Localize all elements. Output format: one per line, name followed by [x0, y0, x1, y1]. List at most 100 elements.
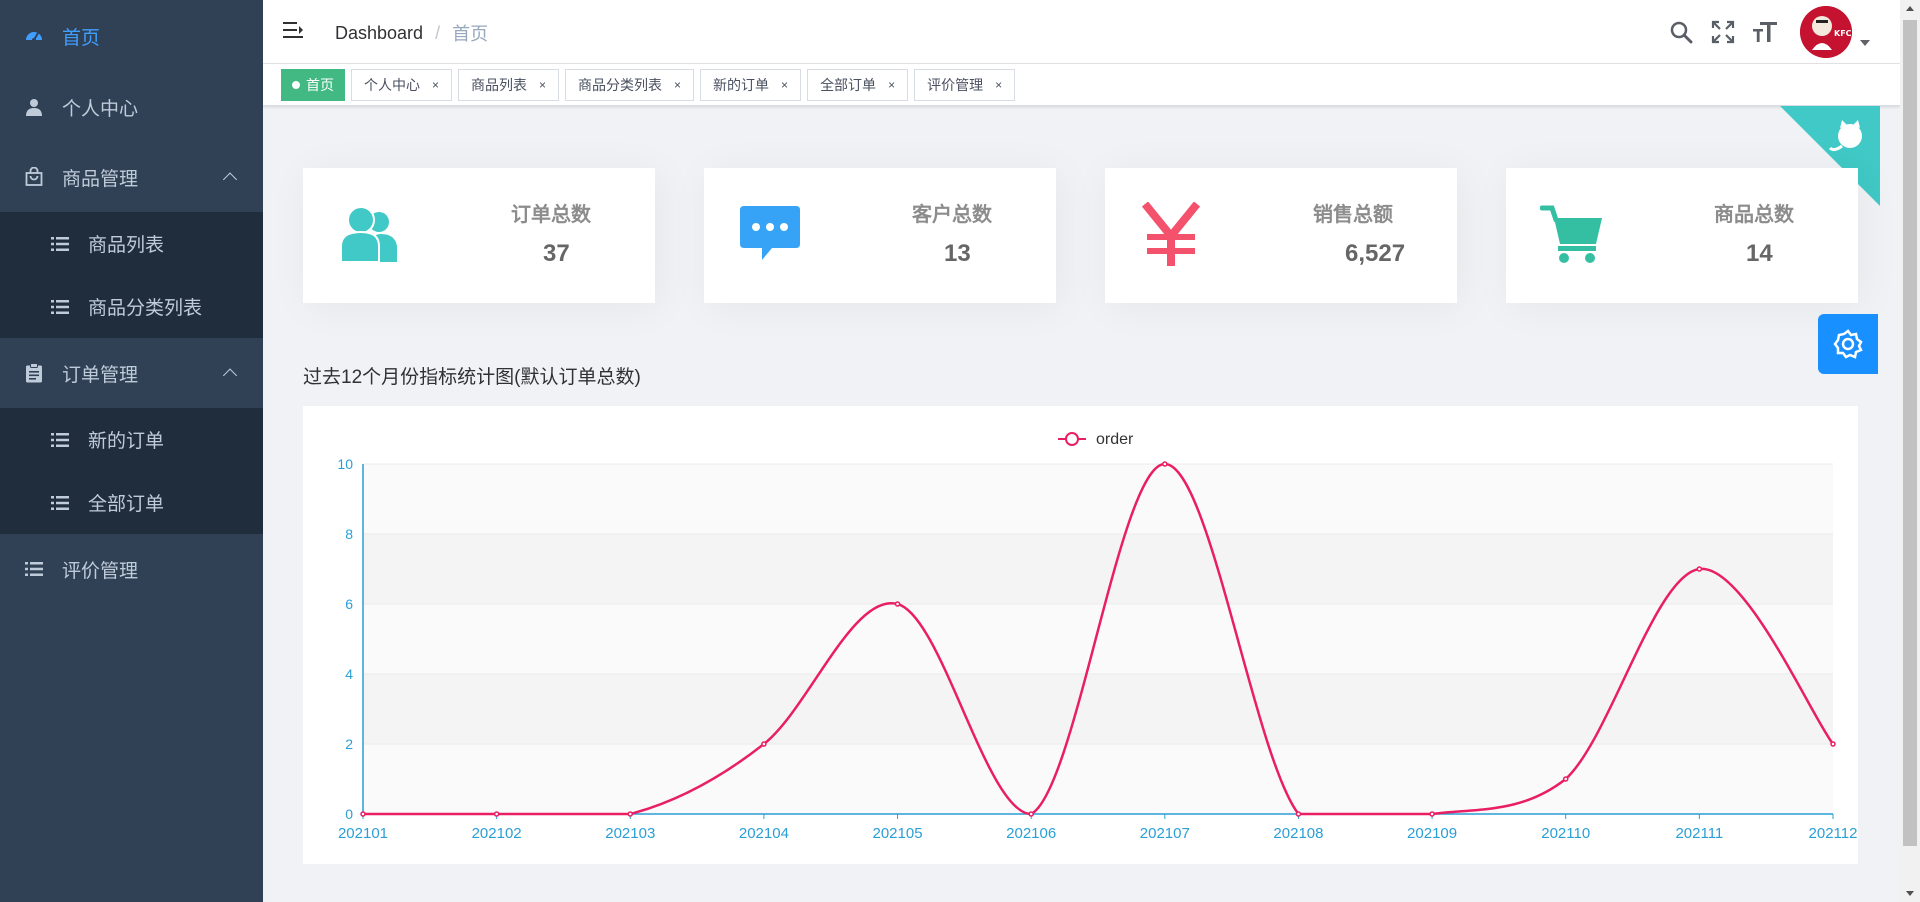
- card-label: 商品总数: [1714, 204, 1794, 226]
- tag-home[interactable]: 首页: [281, 68, 345, 101]
- data-point: [1028, 811, 1034, 817]
- caret-down-icon[interactable]: [1860, 40, 1870, 46]
- sidebar-item-label: 新的订单: [88, 431, 165, 452]
- chart-title: 过去12个月份指标统计图(默认订单总数): [303, 367, 641, 388]
- card-value: 13: [944, 240, 971, 267]
- x-tick-label: 202101: [338, 825, 388, 842]
- x-tick-label: 202107: [1140, 825, 1190, 842]
- search-icon[interactable]: [1668, 19, 1694, 45]
- main-content: 订单总数 37 客户总数 13 销售总额 6,527 商品总数 14 过去12个…: [263, 106, 1900, 902]
- settings-button[interactable]: [1818, 314, 1878, 374]
- card-value: 6,527: [1345, 240, 1406, 267]
- grid-band: [363, 674, 1833, 744]
- x-tick-label: 202103: [605, 825, 655, 842]
- data-point: [1429, 811, 1435, 817]
- breadcrumb-current: 首页: [452, 24, 489, 44]
- x-tick-label: 202105: [873, 825, 923, 842]
- message-icon: [738, 202, 802, 266]
- x-tick-label: 202111: [1675, 825, 1723, 842]
- gear-icon: [1833, 329, 1863, 359]
- sidebar-item-product-list[interactable]: 商品列表: [0, 212, 263, 275]
- card-customers[interactable]: 客户总数 13: [704, 168, 1056, 303]
- sidebar-item-order-mgmt[interactable]: 订单管理: [0, 338, 263, 408]
- list-icon: [24, 559, 44, 579]
- sidebar-item-label: 商品管理: [62, 168, 139, 190]
- sidebar-item-reviews[interactable]: 评价管理: [0, 534, 263, 604]
- x-tick-label: 202108: [1273, 825, 1323, 842]
- card-sales[interactable]: 销售总额 6,527: [1105, 168, 1457, 303]
- y-tick-label: 4: [345, 666, 353, 682]
- close-icon[interactable]: ×: [432, 78, 439, 92]
- y-tick-label: 10: [337, 456, 353, 472]
- chart-panel: 0 2 4 6 8 10 202101 202102 202103 202104 202105 202…: [303, 406, 1858, 864]
- navbar-right: KFC: [1668, 0, 1900, 64]
- tag-reviews[interactable]: 评价管理 ×: [914, 68, 1016, 101]
- tag-product-category-list[interactable]: 商品分类列表 ×: [565, 68, 695, 101]
- clipboard-icon: [24, 363, 44, 383]
- x-tick-label: 202110: [1541, 825, 1590, 842]
- scroll-up-icon[interactable]: [1906, 6, 1914, 11]
- avatar[interactable]: KFC: [1800, 6, 1852, 58]
- breadcrumb-dashboard[interactable]: Dashboard: [335, 23, 423, 44]
- yen-icon: [1139, 201, 1203, 266]
- x-tick-label: 202106: [1006, 825, 1056, 842]
- data-point: [627, 811, 634, 817]
- sidebar-item-profile[interactable]: 个人中心: [0, 72, 263, 142]
- sidebar-item-product-category-list[interactable]: 商品分类列表: [0, 275, 263, 338]
- hamburger-icon[interactable]: [283, 19, 305, 41]
- dot-icon: [292, 80, 300, 89]
- sidebar-item-all-orders[interactable]: 全部订单: [0, 471, 263, 534]
- scroll-down-icon[interactable]: [1906, 891, 1914, 896]
- users-icon: [337, 202, 401, 266]
- x-tick-label: 202112: [1809, 825, 1858, 842]
- cart-icon: [1539, 202, 1604, 266]
- card-label: 销售总额: [1313, 204, 1393, 226]
- submenu-orders: 新的订单 全部订单: [0, 408, 263, 534]
- sidebar-item-label: 商品分类列表: [88, 298, 203, 319]
- close-icon[interactable]: ×: [995, 78, 1002, 92]
- data-point: [761, 741, 767, 747]
- card-orders[interactable]: 订单总数 37: [303, 168, 655, 303]
- card-label: 客户总数: [912, 204, 992, 226]
- tag-label: 个人中心: [364, 76, 420, 93]
- card-value: 14: [1746, 240, 1773, 267]
- sidebar-item-label: 全部订单: [88, 494, 165, 515]
- card-label: 订单总数: [511, 204, 591, 226]
- dashboard-icon: [24, 26, 44, 46]
- y-tick-label: 6: [345, 596, 353, 612]
- data-point: [1295, 811, 1302, 817]
- tag-label: 新的订单: [713, 76, 770, 93]
- tag-label: 商品分类列表: [578, 76, 663, 93]
- fullscreen-icon[interactable]: [1710, 19, 1736, 45]
- tag-label: 商品列表: [471, 76, 528, 93]
- scroll-thumb[interactable]: [1903, 20, 1917, 846]
- tag-product-list[interactable]: 商品列表 ×: [458, 68, 560, 101]
- close-icon[interactable]: ×: [781, 78, 788, 92]
- tag-label: 全部订单: [820, 76, 877, 93]
- sidebar-item-home[interactable]: 首页: [0, 0, 263, 72]
- tag-profile[interactable]: 个人中心 ×: [351, 68, 453, 101]
- grid-band: [363, 464, 1833, 534]
- user-icon: [24, 97, 44, 117]
- tag-new-orders[interactable]: 新的订单 ×: [700, 68, 802, 101]
- y-tick-label: 0: [345, 806, 353, 822]
- sidebar-item-product-mgmt[interactable]: 商品管理: [0, 142, 263, 212]
- y-tick-label: 2: [345, 736, 353, 752]
- close-icon[interactable]: ×: [888, 78, 895, 92]
- close-icon[interactable]: ×: [539, 78, 546, 92]
- card-value: 37: [543, 240, 570, 267]
- sidebar-item-label: 商品列表: [88, 235, 165, 256]
- chevron-up-icon: [222, 172, 238, 187]
- close-icon[interactable]: ×: [674, 78, 681, 92]
- data-point: [493, 811, 500, 817]
- list-icon: [50, 430, 70, 450]
- data-point: [1162, 461, 1168, 467]
- tag-all-orders[interactable]: 全部订单 ×: [807, 68, 909, 101]
- scrollbar[interactable]: [1900, 0, 1920, 902]
- line-chart: 0 2 4 6 8 10 202101 202102 202103 202104 202105 202…: [337, 431, 1858, 842]
- data-point: [1562, 776, 1569, 782]
- card-products[interactable]: 商品总数 14: [1506, 168, 1858, 303]
- font-size-icon[interactable]: [1752, 19, 1778, 45]
- data-point: [1830, 741, 1836, 747]
- sidebar-item-new-orders[interactable]: 新的订单: [0, 408, 263, 471]
